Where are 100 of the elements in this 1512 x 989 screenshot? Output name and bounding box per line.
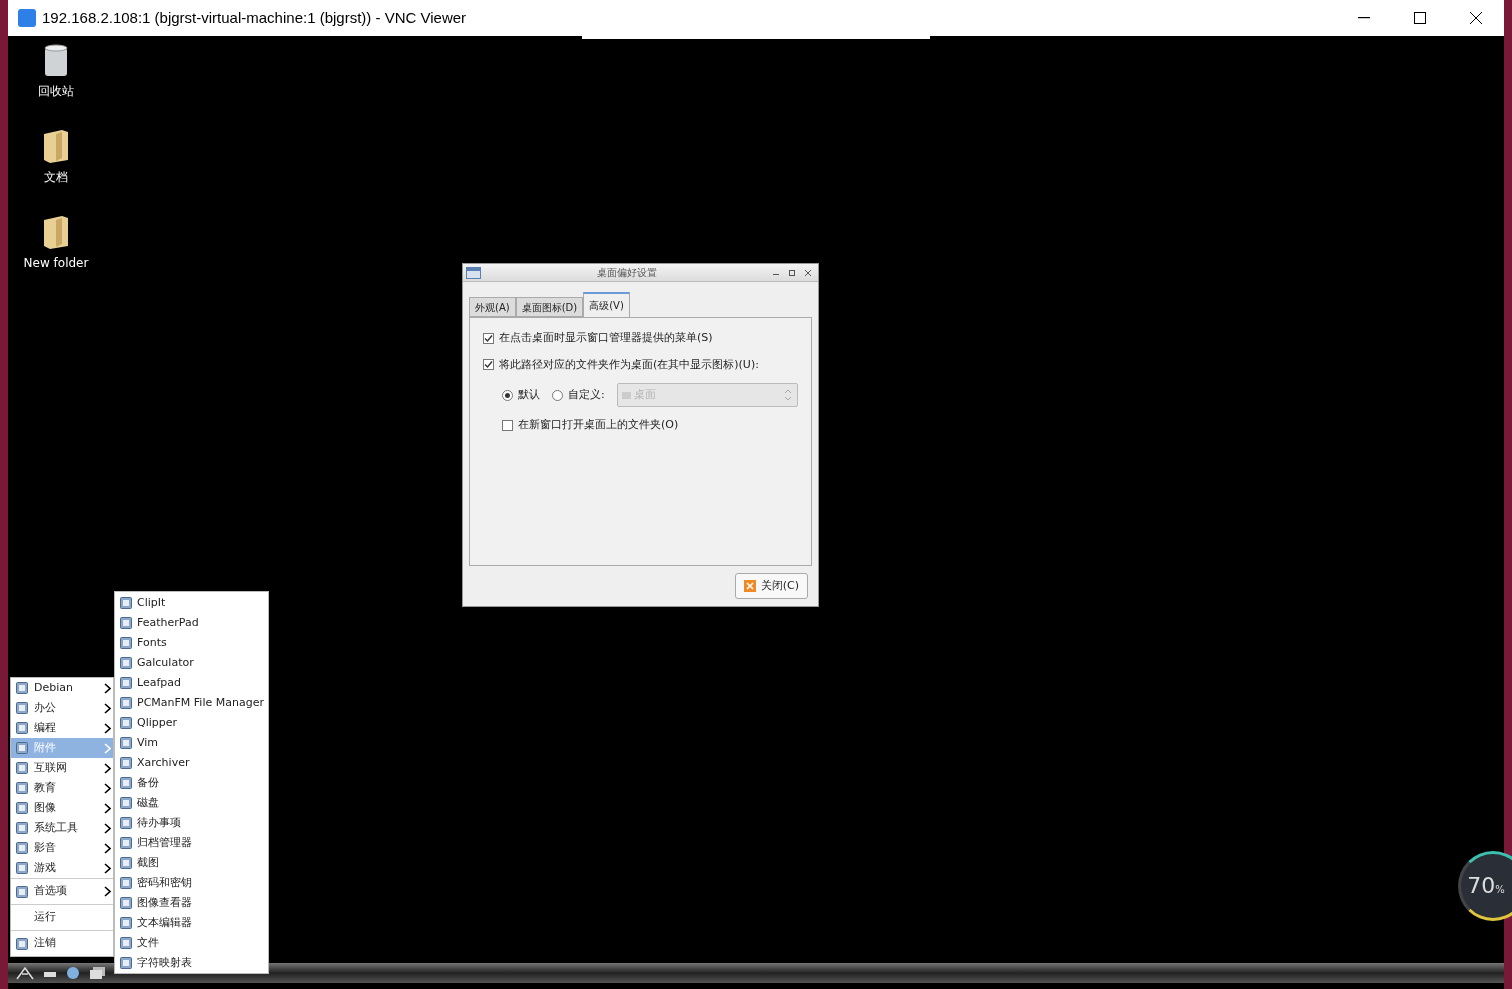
close-icon xyxy=(743,580,756,592)
menu-item[interactable]: FeatherPad xyxy=(115,613,268,633)
tab[interactable]: 高级(V) xyxy=(583,292,630,317)
globe-icon[interactable] xyxy=(66,966,80,980)
app-icon xyxy=(120,777,132,789)
minimize-icon[interactable] xyxy=(1358,17,1370,19)
radio-button[interactable] xyxy=(552,389,563,401)
app-icon xyxy=(16,702,28,714)
app-icon xyxy=(16,742,28,754)
app-icon xyxy=(120,797,132,809)
trash-can-icon xyxy=(43,44,69,78)
app-icon xyxy=(120,617,132,629)
menu-item[interactable]: 教育 xyxy=(11,778,113,798)
menu-item[interactable]: Debian xyxy=(11,678,113,698)
chevron-right-icon xyxy=(104,722,111,734)
app-icon xyxy=(120,697,132,709)
chevron-right-icon xyxy=(104,742,111,754)
app-icon xyxy=(120,657,132,669)
tab[interactable]: 桌面图标(D) xyxy=(515,297,584,317)
checkbox[interactable] xyxy=(483,359,494,371)
close-icon[interactable] xyxy=(1470,12,1482,24)
menu-item[interactable]: 注销 xyxy=(11,931,113,956)
option-label: 将此路径对应的文件夹作为桌面(在其中显示图标)(U): xyxy=(499,356,759,373)
menu-item[interactable]: Xarchiver xyxy=(115,753,268,773)
app-icon xyxy=(120,757,132,769)
menu-item[interactable]: 图像 xyxy=(11,798,113,818)
dialog-title: 桌面偏好设置 xyxy=(596,266,658,280)
tab[interactable]: 外观(A) xyxy=(469,297,516,317)
icon-label[interactable]: New folder xyxy=(23,254,89,272)
menu-item[interactable]: 图像查看器 xyxy=(115,893,268,913)
radio-button[interactable] xyxy=(502,389,513,401)
menu-item[interactable]: 互联网 xyxy=(11,758,113,778)
menu-item[interactable]: Leafpad xyxy=(115,673,268,693)
icon-label[interactable]: 文档 xyxy=(44,168,68,186)
window-icon xyxy=(466,266,481,279)
menu-item[interactable]: 影音 xyxy=(11,838,113,858)
app-icon xyxy=(16,937,28,950)
chevron-right-icon xyxy=(104,702,111,714)
app-icon xyxy=(16,782,28,794)
menu-item[interactable]: 运行 xyxy=(11,905,113,930)
app-icon xyxy=(120,917,132,929)
menu-item[interactable]: PCManFM File Manager xyxy=(115,693,268,713)
app-icon xyxy=(16,822,28,834)
app-icon xyxy=(16,802,28,814)
menu-item[interactable]: 字符映射表 xyxy=(115,953,268,973)
app-icon xyxy=(120,737,132,749)
close-button[interactable]: 关闭(C) xyxy=(734,573,808,599)
app-icon xyxy=(120,837,132,849)
chevron-right-icon xyxy=(104,762,111,774)
menu-item[interactable]: 截图 xyxy=(115,853,268,873)
app-icon xyxy=(16,862,28,874)
menu-item[interactable]: 归档管理器 xyxy=(115,833,268,853)
app-logo-icon xyxy=(18,9,36,27)
menu-item[interactable]: ClipIt xyxy=(115,593,268,613)
window-title: 192.168.2.108:1 (bjgrst-virtual-machine:1 (bjgrst)) - VNC Viewer xyxy=(42,7,467,28)
menu-item[interactable]: 首选项 xyxy=(11,879,113,904)
menu-item[interactable]: 密码和密钥 xyxy=(115,873,268,893)
menu-item[interactable]: Qlipper xyxy=(115,713,268,733)
checkbox[interactable] xyxy=(483,332,494,344)
windows-icon[interactable] xyxy=(90,967,106,979)
radio-label: 自定义: xyxy=(568,386,605,403)
chevron-right-icon xyxy=(104,802,111,814)
maximize-icon[interactable] xyxy=(1414,12,1426,24)
menu-item[interactable]: 办公 xyxy=(11,698,113,718)
app-icon xyxy=(16,682,28,694)
menu-item[interactable]: 游戏 xyxy=(11,858,113,878)
app-icon xyxy=(16,762,28,774)
chevron-right-icon xyxy=(104,822,111,834)
app-icon xyxy=(120,637,132,649)
menu-item[interactable]: 系统工具 xyxy=(11,818,113,838)
icon-label[interactable]: 回收站 xyxy=(38,82,74,100)
folder-icon xyxy=(621,391,631,399)
app-icon xyxy=(120,937,132,949)
app-icon xyxy=(16,885,28,898)
menu-item[interactable]: 待办事项 xyxy=(115,813,268,833)
app-icon xyxy=(120,677,132,689)
menu-logo-icon[interactable] xyxy=(16,966,34,980)
app-icon xyxy=(16,722,28,734)
maximize-icon[interactable] xyxy=(789,269,795,276)
menu-item[interactable]: Vim xyxy=(115,733,268,753)
folder-icon xyxy=(42,214,70,250)
menu-item[interactable]: Fonts xyxy=(115,633,268,653)
chevron-right-icon xyxy=(104,782,111,794)
menu-item[interactable]: 文件 xyxy=(115,933,268,953)
option-label: 在点击桌面时显示窗口管理器提供的菜单(S) xyxy=(499,330,713,346)
close-icon[interactable] xyxy=(805,269,811,276)
spinner-arrows-icon xyxy=(784,389,792,401)
menu-item[interactable]: 文本编辑器 xyxy=(115,913,268,933)
menu-item[interactable]: 编程 xyxy=(11,718,113,738)
chevron-right-icon xyxy=(104,862,111,874)
checkbox[interactable] xyxy=(502,419,513,431)
chevron-right-icon xyxy=(104,842,111,854)
menu-item[interactable]: Galculator xyxy=(115,653,268,673)
app-icon xyxy=(120,957,132,969)
radio-label: 默认 xyxy=(518,386,540,403)
chevron-right-icon xyxy=(104,886,111,897)
option-label: 在新窗口打开桌面上的文件夹(O) xyxy=(518,417,679,433)
menu-item[interactable]: 磁盘 xyxy=(115,793,268,813)
menu-item[interactable]: 备份 xyxy=(115,773,268,793)
app-icon xyxy=(120,597,132,609)
